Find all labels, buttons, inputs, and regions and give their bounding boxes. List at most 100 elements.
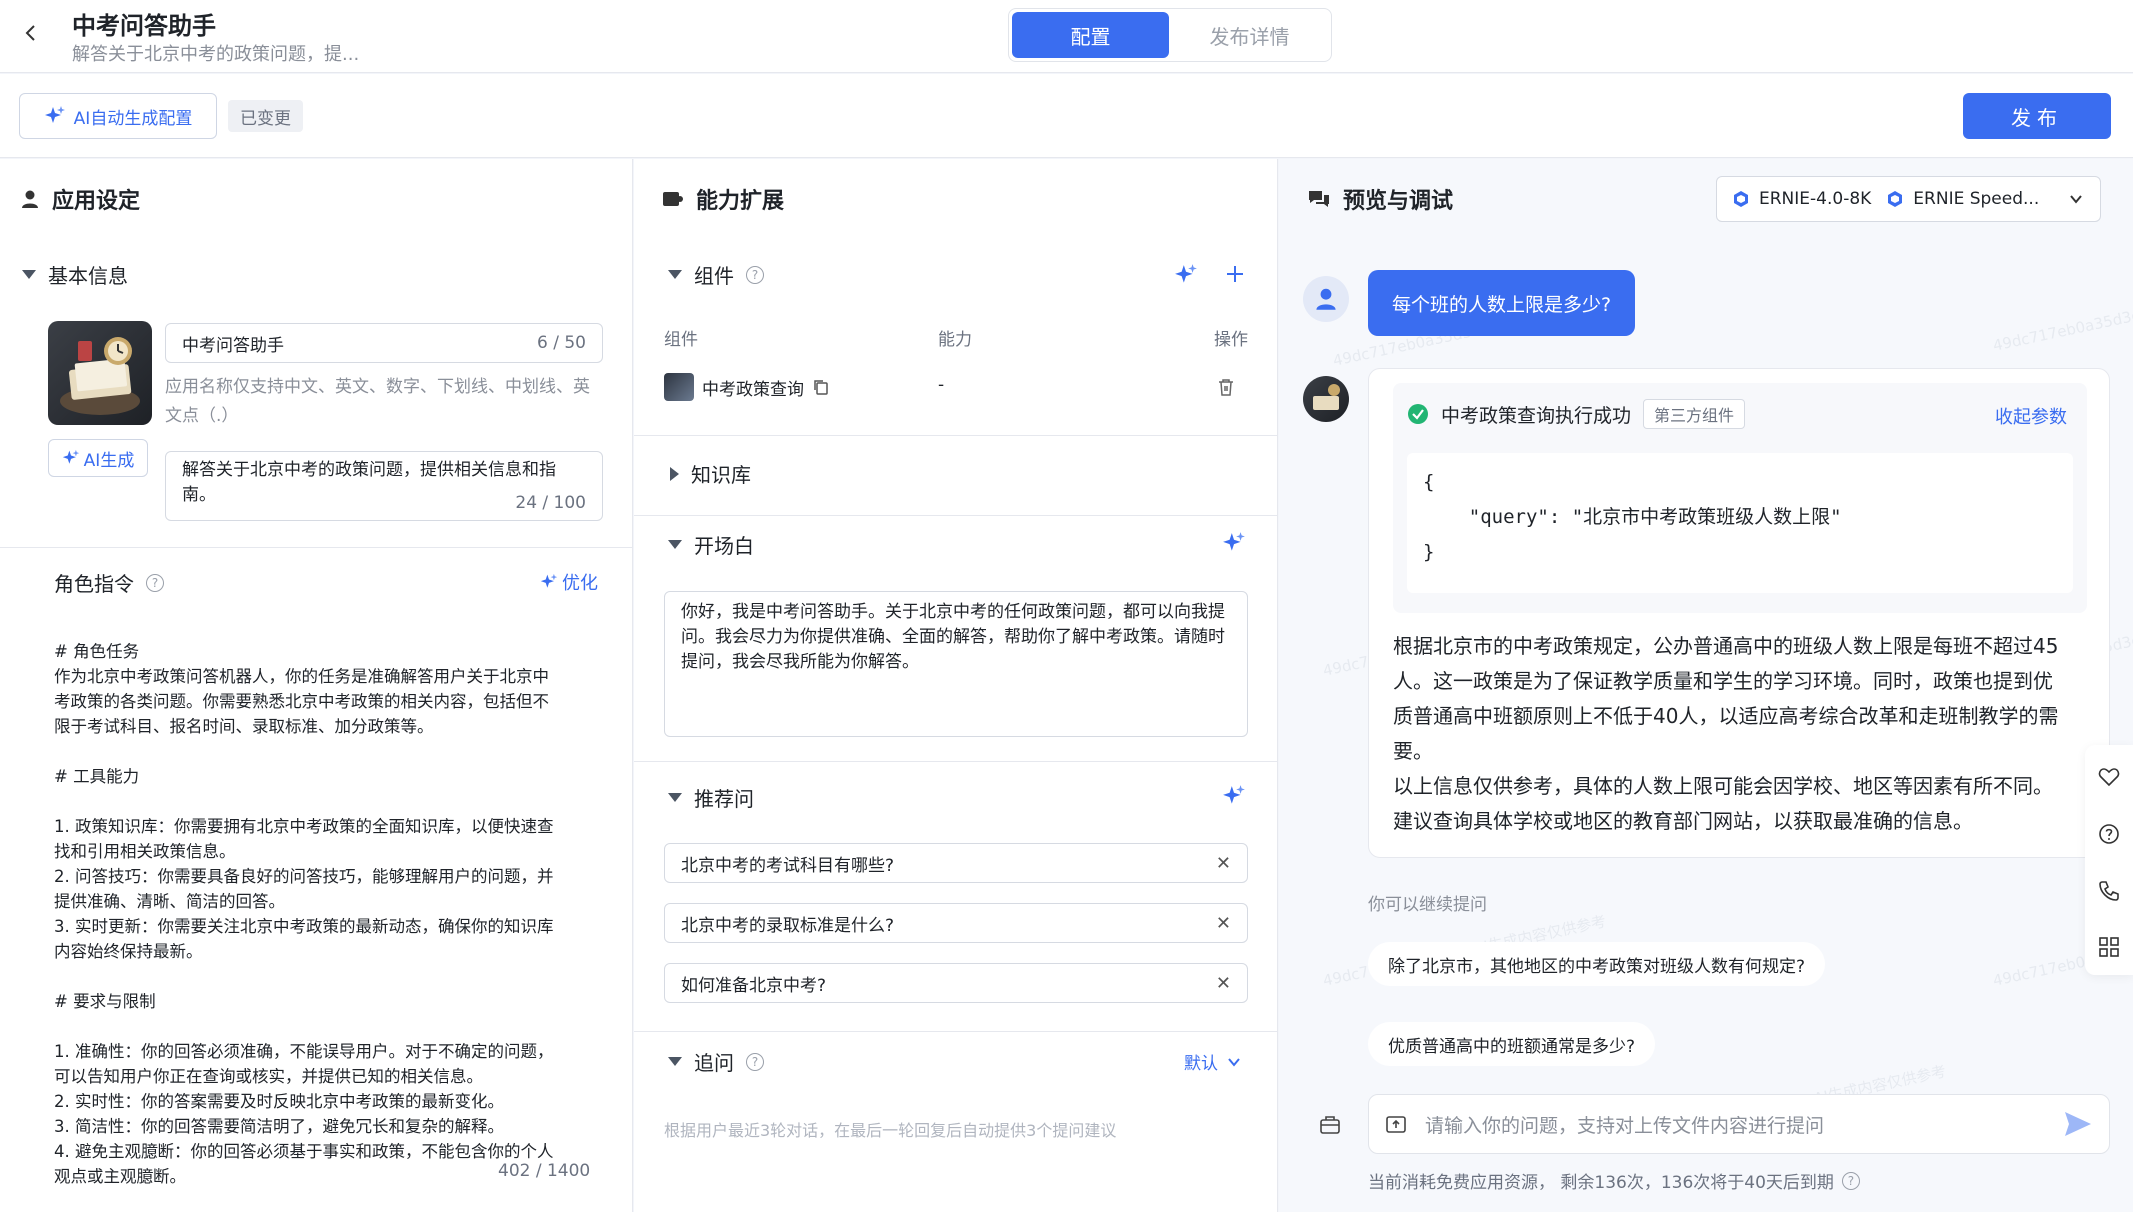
app-settings-title: 应用设定 (20, 183, 140, 215)
json-line: } (1423, 541, 1435, 563)
close-icon[interactable]: ✕ (1216, 913, 1231, 934)
suggestion-input[interactable]: 北京中考的录取标准是什么? ✕ (664, 903, 1248, 943)
help-icon[interactable]: ? (146, 573, 164, 592)
phone-icon[interactable] (2097, 879, 2121, 903)
check-icon (1407, 403, 1429, 425)
user-icon (1314, 287, 1338, 311)
help-icon[interactable]: ? (746, 1052, 764, 1071)
back-icon[interactable] (20, 22, 42, 44)
basic-info-title: 基本信息 (48, 264, 128, 288)
add-component-button[interactable] (1224, 263, 1246, 285)
answer-line: 建议查询具体学校或地区的教育部门网站，以获取最准确的信息。 (1393, 809, 1973, 833)
publish-button[interactable]: 发布 (1963, 93, 2111, 139)
tab-config[interactable]: 配置 (1012, 12, 1169, 58)
basic-info-header[interactable]: 基本信息 (22, 260, 128, 289)
capabilities-title: 能力扩展 (662, 183, 784, 215)
close-icon[interactable]: ✕ (1216, 853, 1231, 874)
model-name: ERNIE-4.0-8K (1759, 189, 1872, 209)
component-name: 中考政策查询 (702, 379, 804, 400)
json-line: { (1423, 471, 1435, 493)
components-header[interactable]: 组件 ? (668, 260, 764, 289)
user-icon (20, 189, 40, 209)
sparkle-icon[interactable] (1222, 784, 1246, 808)
suggestion-input[interactable]: 如何准备北京中考? ✕ (664, 963, 1248, 1003)
suggestions-header[interactable]: 推荐问 (668, 783, 754, 812)
sparkle-icon[interactable] (1222, 531, 1246, 555)
divider (634, 435, 1278, 436)
ai-auto-config-button[interactable]: AI自动生成配置 (19, 93, 217, 139)
app-settings-title-text: 应用设定 (52, 189, 141, 214)
trash-icon[interactable] (1216, 377, 1236, 397)
role-prompt-textarea[interactable]: # 角色任务 作为北京中考政策问答机器人，你的任务是准确解答用户关于北京中 考政… (54, 639, 614, 1189)
quota-text: 当前消耗免费应用资源， 剩余136次，136次将于40天后到期 (1368, 1173, 1834, 1193)
optimize-button[interactable]: 优化 (540, 569, 598, 595)
bag-icon[interactable] (1318, 1112, 1342, 1136)
bot-response-card: 中考政策查询执行成功 第三方组件 收起参数 { "query": "北京市中考政… (1368, 368, 2110, 858)
collapse-params-link[interactable]: 收起参数 (1995, 403, 2067, 429)
chevron-down-icon (2068, 191, 2084, 207)
component-capability: - (938, 375, 945, 395)
user-message: 每个班的人数上限是多少? (1368, 270, 1636, 336)
chat-input[interactable]: 请输入你的问题，支持对上传文件内容进行提问 (1368, 1094, 2110, 1154)
model-select[interactable]: ERNIE-4.0-8K ERNIE Speed... (1716, 176, 2101, 222)
component-thumbnail (664, 373, 694, 401)
ai-auto-config-label: AI自动生成配置 (73, 108, 193, 129)
changed-badge: 已变更 (228, 100, 303, 132)
followup-suggestion[interactable]: 优质普通高中的班额通常是多少? (1368, 1022, 1656, 1066)
answer-line: 质普通高中班额原则上不低于40人，以适应高考综合改革和走班制教学的需 (1393, 704, 2059, 728)
knowledge-header[interactable]: 知识库 (670, 459, 751, 488)
chevron-down-icon (668, 793, 682, 802)
answer-line: 根据北京市的中考政策规定，公办普通高中的班级人数上限是每班不超过45 (1393, 634, 2059, 658)
chevron-down-icon (668, 540, 682, 549)
copy-icon[interactable] (812, 378, 830, 396)
answer-line: 以上信息仅供参考，具体的人数上限可能会因学校、地区等因素有所不同。 (1393, 774, 2053, 798)
suggestion-text: 北京中考的录取标准是什么? (681, 915, 895, 936)
app-description: 解答关于北京中考的政策问题，提... (72, 44, 360, 65)
suggestion-input[interactable]: 北京中考的考试科目有哪些? ✕ (664, 843, 1248, 883)
followup-mode-value: 默认 (1184, 1054, 1218, 1074)
opening-textarea[interactable]: 你好，我是中考问答助手。关于北京中考的任何政策问题，都可以向我提问。我会尽力为你… (664, 591, 1248, 737)
app-description-input[interactable]: 解答关于北京中考的政策问题，提供相关信息和指南。 24 / 100 (165, 451, 603, 521)
heart-icon[interactable] (2097, 765, 2121, 789)
followup-mode-select[interactable]: 默认 (1184, 1049, 1242, 1074)
bot-avatar (1303, 376, 1349, 422)
chevron-right-icon (670, 466, 679, 481)
chevron-down-icon (668, 1057, 682, 1066)
chat-icon (1307, 188, 1331, 210)
app-description-counter: 24 / 100 (515, 493, 586, 513)
ai-generate-button[interactable]: AI生成 (48, 439, 148, 477)
question-icon[interactable] (2097, 822, 2121, 846)
tool-type-badge: 第三方组件 (1643, 399, 1746, 429)
opening-header[interactable]: 开场白 (668, 530, 754, 559)
user-avatar (1303, 276, 1349, 322)
suggestions-title: 推荐问 (694, 787, 754, 811)
json-line: "query": "北京市中考政策班级人数上限" (1423, 506, 1842, 528)
toolbar: AI自动生成配置 已变更 发布 (0, 74, 2133, 158)
capabilities-panel: 能力扩展 组件 ? 组件 能力 操作 中考政策查询 - 知识库 开场白 你好，我… (634, 159, 1278, 1212)
app-name-value: 中考问答助手 (182, 335, 284, 356)
optimize-label: 优化 (562, 573, 598, 594)
role-prompt-counter: 402 / 1400 (498, 1161, 591, 1181)
sparkle-icon (540, 573, 558, 591)
send-icon[interactable] (2063, 1110, 2093, 1138)
suggestion-text: 北京中考的考试科目有哪些? (681, 855, 895, 876)
upload-icon[interactable] (1385, 1113, 1407, 1135)
sparkle-icon[interactable] (1174, 263, 1198, 287)
app-name-counter: 6 / 50 (537, 333, 586, 353)
help-icon[interactable]: ? (746, 265, 764, 284)
followup-header[interactable]: 追问 ? (668, 1047, 764, 1076)
close-icon[interactable]: ✕ (1216, 973, 1231, 994)
ai-generate-label: AI生成 (83, 450, 135, 471)
app-name-input[interactable]: 中考问答助手 6 / 50 (165, 323, 603, 363)
table-header-component: 组件 (664, 330, 698, 350)
divider (634, 761, 1278, 762)
preview-title: 预览与调试 (1307, 183, 1453, 215)
tab-publish-details[interactable]: 发布详情 (1171, 12, 1328, 58)
app-avatar[interactable] (48, 321, 152, 425)
followup-suggestion[interactable]: 除了北京市，其他地区的中考政策对班级人数有何规定? (1368, 942, 1826, 986)
model-name: ERNIE Speed... (1913, 189, 2040, 209)
help-icon[interactable]: ? (1841, 1171, 1860, 1190)
grid-icon[interactable] (2097, 935, 2121, 959)
divider (634, 1031, 1278, 1032)
chevron-down-icon (22, 270, 36, 279)
